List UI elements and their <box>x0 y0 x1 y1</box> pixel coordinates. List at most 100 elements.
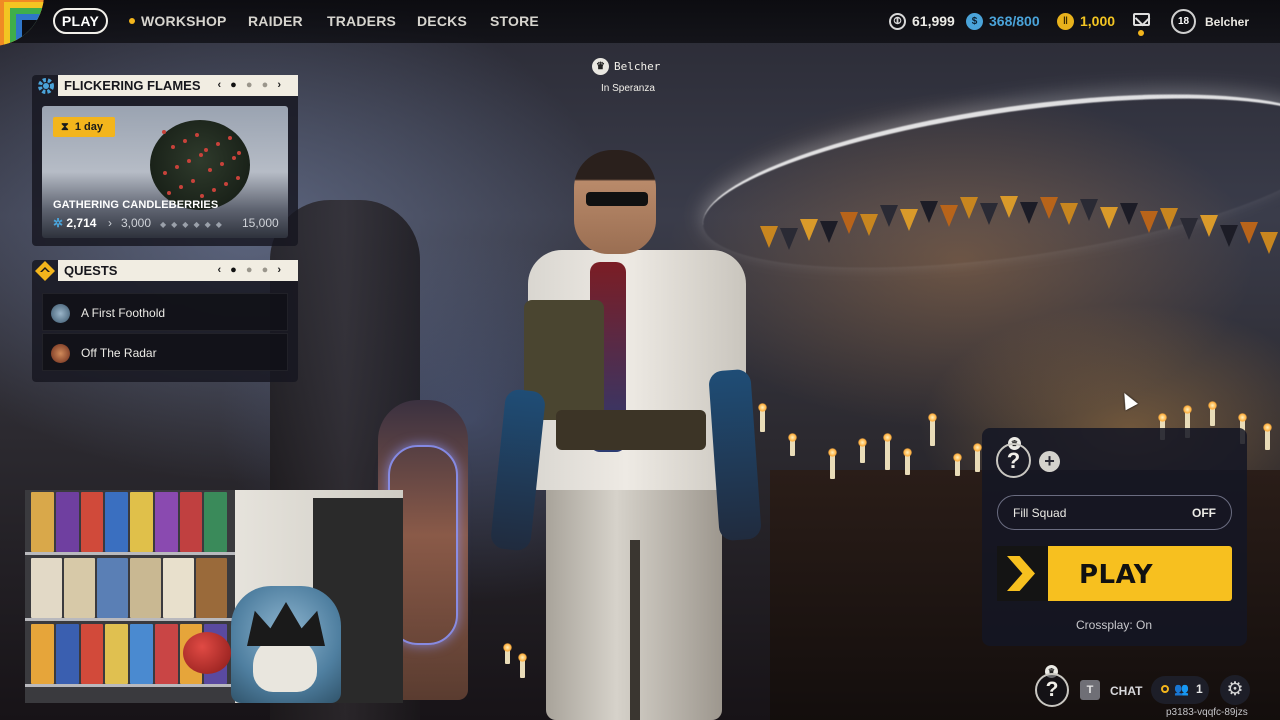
neon-ring-light <box>692 62 1280 300</box>
mail-icon[interactable] <box>1133 13 1150 26</box>
quests-header: QUESTS ‹ ● ● ● › <box>58 260 298 281</box>
event-progress-current: ✲ 2,714 <box>53 216 96 230</box>
candle <box>503 643 512 664</box>
event-progress-max: 15,000 <box>242 216 279 230</box>
candle <box>858 438 867 463</box>
chat-button[interactable]: CHAT <box>1110 684 1142 698</box>
event-progress-current-value: 2,714 <box>66 216 97 230</box>
nav-tab-raider[interactable]: RAIDER <box>248 13 303 29</box>
progress-arrow-icon: › <box>108 216 112 230</box>
chat-key-hint: T <box>1080 680 1100 700</box>
berry <box>200 194 204 198</box>
berry <box>179 185 183 189</box>
bunting-flag <box>760 226 778 248</box>
berry <box>199 153 203 157</box>
squad-slot-leader[interactable]: ? <box>996 443 1031 478</box>
settings-gear-icon[interactable]: ⚙ <box>1220 675 1250 705</box>
berry <box>163 171 167 175</box>
candle <box>903 448 912 475</box>
berry <box>171 145 175 149</box>
progress-milestone-dots: ◆◆◆◆◆◆ <box>160 220 227 229</box>
play-button-label: PLAY <box>1079 560 1154 590</box>
nav-tab-traders[interactable]: TRADERS <box>327 13 396 29</box>
berry <box>195 133 199 137</box>
event-pager[interactable]: ‹ ● ● ● › <box>217 75 284 96</box>
crossplay-status[interactable]: Crossplay: On <box>1076 618 1152 632</box>
shelf-row <box>31 492 227 552</box>
nav-tab-play[interactable]: PLAY <box>53 8 108 34</box>
chevron-right-icon <box>997 546 1048 601</box>
nav-tab-decks[interactable]: DECKS <box>417 13 467 29</box>
quest-giver-avatar <box>51 344 70 363</box>
nav-tab-workshop[interactable]: WORKSHOP <box>129 13 227 29</box>
bottom-squad-slot[interactable]: ? <box>1035 673 1069 707</box>
berry <box>212 188 216 192</box>
bunting-flag <box>1100 206 1118 229</box>
tokens-value: 1,000 <box>1080 13 1116 29</box>
berry <box>237 151 241 155</box>
character-belt <box>556 410 706 450</box>
candle <box>828 448 837 479</box>
bunting-flag <box>920 200 938 223</box>
add-squad-member-button[interactable]: + <box>1039 451 1060 472</box>
play-button[interactable]: PLAY <box>997 546 1232 601</box>
hourglass-icon: ⧗ <box>61 121 69 133</box>
berry <box>216 142 220 146</box>
bunting-flag <box>960 197 978 220</box>
bunting-flag <box>860 214 878 237</box>
bunting-flag <box>1260 232 1278 254</box>
build-id: p3183-vqqfc-89jzs <box>1166 707 1248 718</box>
berry <box>191 179 195 183</box>
tokens-balance[interactable]: ‖ 1,000 <box>1057 11 1115 31</box>
people-icon: 👥 <box>1174 682 1189 696</box>
player-username[interactable]: Belcher <box>1205 15 1249 29</box>
player-tag-name: Belcher <box>614 60 661 73</box>
player-level-badge[interactable]: 18 <box>1171 9 1196 34</box>
bunting-flag <box>880 205 898 228</box>
quest-label: A First Foothold <box>81 306 166 320</box>
berry <box>228 136 232 140</box>
player-tag-location: In Speranza <box>601 83 655 94</box>
bunting-flag <box>900 208 918 231</box>
berry <box>162 130 166 134</box>
crown-icon: ♛ <box>592 58 609 75</box>
berry <box>183 139 187 143</box>
berry <box>187 159 191 163</box>
character-leg-gap <box>630 540 640 720</box>
quests-pager[interactable]: ‹ ● ● ● › <box>217 260 284 281</box>
coins-balance[interactable]: ⦷ 61,999 <box>889 11 955 31</box>
berry <box>204 148 208 152</box>
bunting-flag <box>1180 217 1198 240</box>
event-title: GATHERING CANDLEBERRIES <box>53 199 219 211</box>
credits-icon: $ <box>966 12 983 30</box>
berry <box>236 176 240 180</box>
friends-button[interactable]: 👥 1 <box>1151 676 1209 704</box>
quest-item-a-first-foothold[interactable]: A First Foothold <box>42 293 288 331</box>
top-navigation-bar: PLAY WORKSHOP RAIDER TRADERS DECKS STORE… <box>0 0 1280 46</box>
event-timer-badge: ⧗ 1 day <box>53 117 115 137</box>
bunting-flag <box>1160 208 1178 231</box>
nav-tab-store[interactable]: STORE <box>490 13 539 29</box>
bunting-flag <box>1000 196 1018 219</box>
shelf-wire <box>25 684 235 687</box>
quests-header-title: QUESTS <box>64 263 118 278</box>
bunting-flag <box>980 202 998 225</box>
bunting-flag <box>1200 214 1218 237</box>
event-timer-value: 1 day <box>74 121 103 133</box>
quests-diamond-icon <box>33 259 57 283</box>
candle <box>1208 401 1217 426</box>
friends-count: 1 <box>1196 682 1203 696</box>
bunting-flag <box>1240 222 1258 245</box>
credits-balance[interactable]: $ 368/800 <box>966 11 1040 31</box>
candle <box>788 433 797 456</box>
bunting-flag <box>820 220 838 243</box>
coins-value: 61,999 <box>912 13 955 29</box>
bunting-flag <box>780 228 798 251</box>
shelf-row <box>31 558 227 618</box>
shelf-wire <box>25 618 235 621</box>
candle <box>928 413 937 446</box>
fill-squad-toggle[interactable]: Fill Squad OFF <box>997 495 1232 530</box>
nav-tab-workshop-label: WORKSHOP <box>141 13 227 29</box>
quest-item-off-the-radar[interactable]: Off The Radar <box>42 333 288 371</box>
bunting-flag <box>1120 202 1138 225</box>
